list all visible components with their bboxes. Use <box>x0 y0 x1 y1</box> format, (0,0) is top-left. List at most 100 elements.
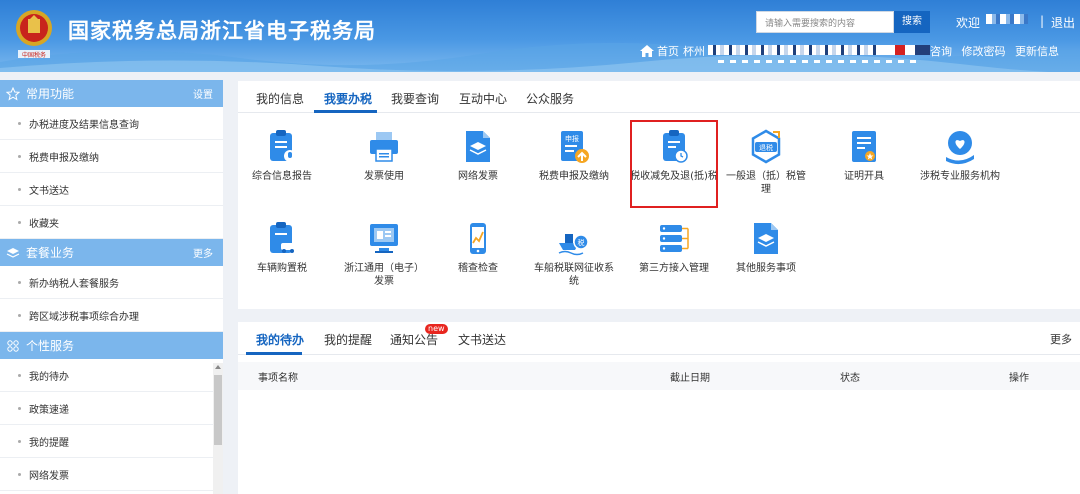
sidebar-item-new-taxpayer[interactable]: 新办纳税人套餐服务 <box>0 266 223 299</box>
printer-icon <box>370 132 398 162</box>
sidebar-item-tax-declaration[interactable]: 税费申报及缴纳 <box>0 140 223 173</box>
sidebar-section-title: 套餐业务 <box>26 246 75 260</box>
sidebar-item-document-delivery[interactable]: 文书送达 <box>0 173 223 206</box>
home-icon <box>640 45 654 57</box>
service-vehicle-purchase-tax[interactable]: 车辆购置税 <box>238 221 326 275</box>
sidebar-item-policy-express[interactable]: 政策速递 <box>0 392 223 425</box>
sidebar-item-my-todo[interactable]: 我的待办 <box>0 359 223 392</box>
nav-redacted-2 <box>880 45 930 55</box>
scroll-up-icon[interactable] <box>215 365 221 369</box>
tab-my-info[interactable]: 我的信息 <box>256 90 304 107</box>
service-label: 税费申报及缴纳 <box>539 171 609 182</box>
username-redacted <box>986 14 1028 24</box>
service-vessel-tax-system[interactable]: 税 车船税联网征收系统 <box>530 221 618 288</box>
tax-refund-hexagon-icon: 退税 <box>751 129 781 164</box>
sidebar-item-label: 文书送达 <box>29 185 69 197</box>
service-inspection[interactable]: 稽查检查 <box>434 221 522 275</box>
sidebar-item-my-reminders[interactable]: 我的提醒 <box>0 425 223 458</box>
sidebar-more-link[interactable]: 更多 <box>193 245 213 260</box>
sidebar: 常用功能 设置 办税进度及结果信息查询 税费申报及缴纳 文书送达 收藏夹 套餐业… <box>0 80 223 494</box>
svg-text:税: 税 <box>578 238 585 247</box>
clipboard-car-icon <box>270 222 295 253</box>
bullet-icon <box>18 220 21 224</box>
sidebar-section-common[interactable]: 常用功能 设置 <box>0 80 223 107</box>
top-nav-tail: 咨询 修改密码 更新信息 <box>930 43 1059 59</box>
sidebar-scrollbar[interactable] <box>213 363 223 494</box>
bullet-icon <box>18 439 21 443</box>
service-label: 一般退（抵）税管理 <box>726 171 806 195</box>
service-other[interactable]: 其他服务事项 <box>722 221 810 275</box>
star-icon <box>6 86 20 101</box>
service-professional-agency[interactable]: 涉税专业服务机构 <box>910 129 1010 183</box>
service-label: 涉税专业服务机构 <box>920 171 1000 182</box>
search-input[interactable]: 请输入需要搜索的内容 <box>756 11 894 33</box>
svg-text:中国税务: 中国税务 <box>22 51 46 59</box>
service-info-report[interactable]: 综合信息报告 <box>238 129 326 183</box>
sidebar-item-label: 跨区域涉税事项综合办理 <box>29 311 139 323</box>
sidebar-item-progress-query[interactable]: 办税进度及结果信息查询 <box>0 107 223 140</box>
more-link[interactable]: 更多 <box>1050 331 1072 347</box>
nav-change-password[interactable]: 修改密码 <box>962 45 1006 58</box>
tab-my-reminders[interactable]: 我的提醒 <box>324 331 372 348</box>
service-label: 综合信息报告 <box>252 171 312 182</box>
sidebar-section-title: 个性服务 <box>26 339 75 353</box>
welcome-text: 欢迎 <box>956 16 981 30</box>
heart-hand-icon <box>946 131 974 165</box>
tab-tax-handling[interactable]: 我要办税 <box>324 90 372 107</box>
svg-text:申报: 申报 <box>565 134 579 143</box>
service-label: 证明开具 <box>844 171 884 182</box>
sidebar-settings-link[interactable]: 设置 <box>193 86 213 101</box>
services-panel: 我的信息 我要办税 我要查询 互动中心 公众服务 综合信息报告 发票使用 网络发… <box>238 81 1080 309</box>
service-tax-declaration[interactable]: 申报 税费申报及缴纳 <box>530 129 618 183</box>
bullet-icon <box>18 121 21 125</box>
server-connect-icon <box>660 225 689 252</box>
certificate-icon <box>852 131 876 162</box>
sidebar-section-personal[interactable]: 个性服务 <box>0 332 223 359</box>
todo-panel: 我的待办 我的提醒 通知公告 new 文书送达 更多 事项名称 截止日期 状态 … <box>238 322 1080 494</box>
service-zhejiang-invoice[interactable]: 浙江通用（电子）发票 <box>340 221 428 288</box>
bullet-icon <box>18 373 21 377</box>
sidebar-item-online-invoice[interactable]: 网络发票 <box>0 458 223 491</box>
monitor-icon <box>370 224 398 253</box>
sidebar-item-label: 税费申报及缴纳 <box>29 152 99 164</box>
nav-home[interactable]: 首页 <box>657 43 679 59</box>
phone-chart-icon <box>470 223 486 254</box>
sidebar-item-label: 办税进度及结果信息查询 <box>29 119 139 131</box>
nav-consult[interactable]: 咨询 <box>930 45 952 58</box>
logout-link[interactable]: 退出 <box>1051 14 1075 31</box>
service-invoice-usage[interactable]: 发票使用 <box>340 129 428 183</box>
service-label: 网络发票 <box>458 171 498 182</box>
sidebar-item-favorites[interactable]: 收藏夹 <box>0 206 223 239</box>
scrollbar-thumb[interactable] <box>214 375 222 445</box>
site-header: 中国税务 国家税务总局浙江省电子税务局 请输入需要搜索的内容 搜索 欢迎 | 退… <box>0 0 1080 72</box>
tab-public-service[interactable]: 公众服务 <box>526 90 574 107</box>
sidebar-item-cross-region[interactable]: 跨区域涉税事项综合办理 <box>0 299 223 332</box>
document-layers-icon <box>754 223 778 254</box>
bullet-icon <box>18 406 21 410</box>
todo-tabs: 我的待办 我的提醒 通知公告 new 文书送达 更多 <box>238 322 1080 355</box>
sidebar-item-label: 我的提醒 <box>29 437 69 449</box>
new-badge: new <box>425 324 448 334</box>
nav-partial[interactable]: 杯州 <box>683 43 705 59</box>
service-label: 车船税联网征收系统 <box>534 263 614 287</box>
tax-emblem-logo: 中国税务 <box>16 10 52 59</box>
service-third-party-access[interactable]: 第三方接入管理 <box>630 221 718 275</box>
nav-update-info[interactable]: 更新信息 <box>1015 45 1059 58</box>
search-button[interactable]: 搜索 <box>894 11 930 33</box>
tab-interaction[interactable]: 互动中心 <box>459 90 507 107</box>
tab-query[interactable]: 我要查询 <box>391 90 439 107</box>
nav-redacted-3 <box>718 60 918 63</box>
bullet-icon <box>18 313 21 317</box>
service-general-refund[interactable]: 退税 一般退（抵）税管理 <box>722 129 810 196</box>
column-header-name: 事项名称 <box>258 373 298 384</box>
site-title: 国家税务总局浙江省电子税务局 <box>68 19 376 43</box>
service-online-invoice[interactable]: 网络发票 <box>434 129 522 183</box>
tab-documents[interactable]: 文书送达 <box>458 331 506 348</box>
service-label: 其他服务事项 <box>736 263 796 274</box>
service-label: 第三方接入管理 <box>639 263 709 274</box>
tab-my-todo[interactable]: 我的待办 <box>256 331 304 348</box>
sidebar-section-packages[interactable]: 套餐业务 更多 <box>0 239 223 266</box>
layers-icon <box>6 247 20 258</box>
sidebar-item-label: 网络发票 <box>29 470 69 482</box>
service-certificate[interactable]: 证明开具 <box>820 129 908 183</box>
